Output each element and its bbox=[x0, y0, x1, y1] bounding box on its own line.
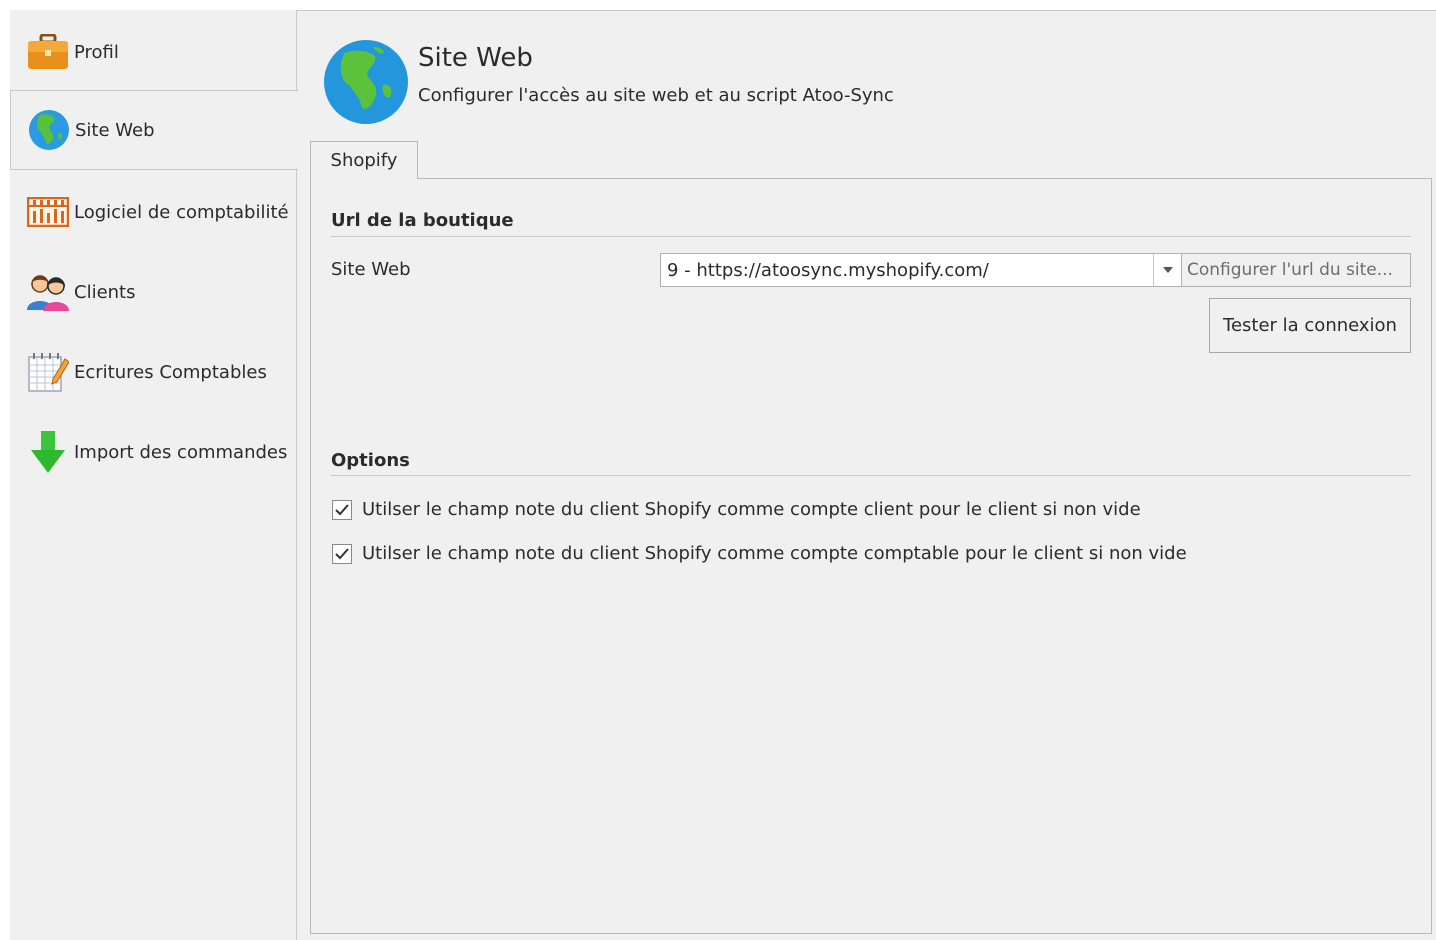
sidebar-item-label: Import des commandes bbox=[74, 441, 288, 463]
sidebar-item-label: Site Web bbox=[75, 119, 155, 141]
site-web-label: Site Web bbox=[331, 259, 411, 280]
sidebar-item-label: Logiciel de comptabilité bbox=[74, 201, 289, 223]
checkbox-label: Utilser le champ note du client Shopify … bbox=[362, 543, 1187, 564]
globe-icon bbox=[323, 39, 409, 125]
section-title-options: Options bbox=[331, 450, 410, 471]
page-subtitle: Configurer l'accès au site web et au scr… bbox=[418, 85, 894, 106]
checkmark-icon bbox=[335, 503, 349, 515]
checkbox[interactable] bbox=[332, 499, 352, 520]
sidebar-item-label: Profil bbox=[74, 41, 119, 63]
checkbox[interactable] bbox=[332, 543, 352, 564]
section-divider bbox=[331, 236, 1411, 237]
site-web-combobox[interactable]: 9 - https://atoosync.myshopify.com/ bbox=[660, 253, 1182, 287]
download-arrow-icon bbox=[26, 430, 70, 474]
section-title-url: Url de la boutique bbox=[331, 210, 514, 231]
sidebar-item-import-commandes[interactable]: Import des commandes bbox=[10, 412, 296, 492]
option-compte-comptable[interactable]: Utilser le champ note du client Shopify … bbox=[332, 543, 1187, 564]
sidebar-item-profil[interactable]: Profil bbox=[10, 12, 296, 92]
configure-url-button[interactable]: Configurer l'url du site... bbox=[1182, 253, 1411, 287]
checkmark-icon bbox=[335, 547, 349, 559]
sidebar-item-ecritures-comptables[interactable]: Ecritures Comptables bbox=[10, 332, 296, 412]
tab-shopify[interactable]: Shopify bbox=[310, 141, 418, 179]
sidebar-item-label: Clients bbox=[74, 281, 136, 303]
option-compte-client[interactable]: Utilser le champ note du client Shopify … bbox=[332, 499, 1141, 520]
test-connection-button[interactable]: Tester la connexion bbox=[1209, 298, 1411, 353]
abacus-icon bbox=[26, 190, 70, 234]
site-web-value: 9 - https://atoosync.myshopify.com/ bbox=[667, 259, 989, 281]
sidebar-item-logiciel-comptabilite[interactable]: Logiciel de comptabilité bbox=[10, 172, 296, 252]
section-divider bbox=[331, 475, 1411, 476]
briefcase-icon bbox=[26, 30, 70, 74]
sidebar: Profil Site Web Logiciel de comptabilité… bbox=[10, 10, 298, 940]
checkbox-label: Utilser le champ note du client Shopify … bbox=[362, 499, 1141, 520]
sidebar-item-clients[interactable]: Clients bbox=[10, 252, 296, 332]
app-window: Profil Site Web Logiciel de comptabilité… bbox=[10, 10, 1436, 940]
sidebar-item-label: Ecritures Comptables bbox=[74, 361, 267, 383]
globe-icon bbox=[27, 108, 71, 152]
ledger-edit-icon bbox=[26, 350, 70, 394]
main-content: Site Web Configurer l'accès au site web … bbox=[297, 10, 1436, 940]
sidebar-item-site-web[interactable]: Site Web bbox=[10, 90, 298, 170]
chevron-down-icon[interactable] bbox=[1153, 254, 1181, 286]
tab-panel-shopify: Url de la boutique Site Web 9 - https://… bbox=[310, 178, 1432, 934]
page-title: Site Web bbox=[418, 43, 533, 73]
users-icon bbox=[26, 270, 70, 314]
